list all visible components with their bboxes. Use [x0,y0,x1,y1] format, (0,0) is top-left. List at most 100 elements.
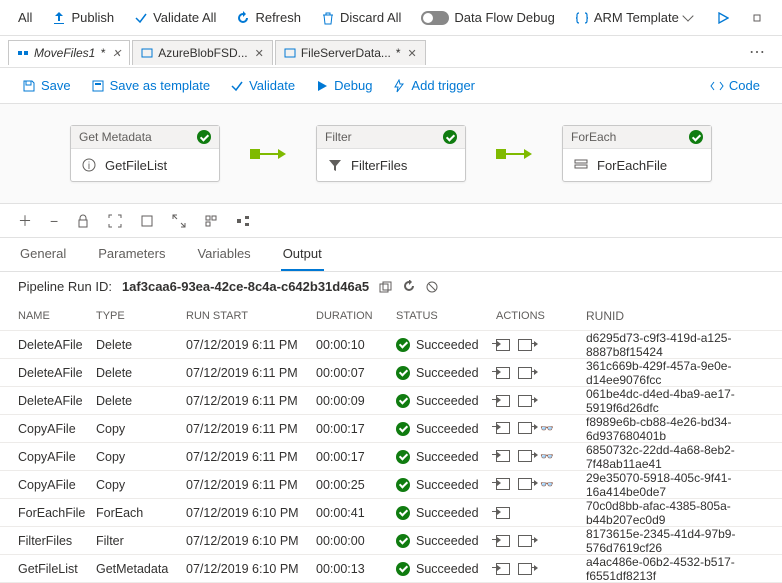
cell-start: 07/12/2019 6:11 PM [186,394,316,408]
tab-movefiles[interactable]: MoveFiles1 * ✕ [8,40,130,65]
input-action-icon[interactable] [496,450,510,462]
output-action-icon[interactable] [518,478,532,490]
node-get-metadata[interactable]: Get Metadata iGetFileList [70,125,220,182]
table-row[interactable]: DeleteAFileDelete07/12/2019 6:11 PM00:00… [0,387,782,415]
align-icon[interactable] [204,214,218,228]
input-action-icon[interactable] [496,507,510,519]
cell-status: Succeeded [396,506,496,520]
remove-icon[interactable]: − [50,213,58,229]
zoom-actual-icon[interactable] [172,214,186,228]
validate-label: Validate [249,78,295,93]
validate-all-button[interactable]: Validate All [126,6,224,29]
header-actions[interactable]: Actions [496,310,586,322]
tab-azureblob[interactable]: AzureBlobFSD... ✕ [132,40,273,65]
tab-fileserver[interactable]: FileServerData... * ✕ [275,40,426,65]
close-tab-icon[interactable]: ✕ [408,47,417,60]
close-tab-icon[interactable]: ✕ [255,47,264,60]
table-row[interactable]: CopyAFileCopy07/12/2019 6:11 PM00:00:17S… [0,443,782,471]
success-check-icon [443,130,457,144]
header-runid[interactable]: RunID [586,309,764,323]
cell-runid: 6850732c-22dd-4a68-8eb2-7f48ab11ae41 [586,443,764,471]
cancel-run-icon[interactable] [426,281,438,293]
output-action-icon[interactable] [518,563,532,575]
all-filter[interactable]: All [10,6,40,29]
toggle-icon [421,11,449,25]
table-row[interactable]: FilterFilesFilter07/12/2019 6:10 PM00:00… [0,527,782,555]
table-row[interactable]: GetFileListGetMetadata07/12/2019 6:10 PM… [0,555,782,583]
tab-overflow-menu[interactable]: ⋯ [741,38,774,66]
pin-button[interactable] [742,7,772,29]
table-row[interactable]: DeleteAFileDelete07/12/2019 6:11 PM00:00… [0,331,782,359]
copy-icon[interactable] [379,281,393,293]
tab-parameters[interactable]: Parameters [96,238,167,271]
lock-icon[interactable] [76,214,90,228]
input-action-icon[interactable] [496,535,510,547]
check-icon [230,79,244,93]
table-row[interactable]: CopyAFileCopy07/12/2019 6:11 PM00:00:25S… [0,471,782,499]
close-tab-icon[interactable]: ✕ [112,47,121,60]
table-row[interactable]: CopyAFileCopy07/12/2019 6:11 PM00:00:17S… [0,415,782,443]
run-play-button[interactable] [708,7,738,29]
cell-type: Delete [96,366,186,380]
input-action-icon[interactable] [496,478,510,490]
input-action-icon[interactable] [496,563,510,575]
success-check-icon [396,394,410,408]
header-type[interactable]: Type [96,310,186,322]
arm-template-button[interactable]: ARM Template [567,6,700,29]
input-action-icon[interactable] [496,339,510,351]
header-name[interactable]: Name [18,310,96,322]
save-as-template-button[interactable]: Save as template [83,74,218,97]
info-icon: i [81,157,97,173]
foreach-icon [573,157,589,173]
output-action-icon[interactable] [518,422,532,434]
output-action-icon[interactable] [518,367,532,379]
output-action-icon[interactable] [518,450,532,462]
refresh-button[interactable]: Refresh [228,6,309,29]
refresh-output-icon[interactable] [403,280,416,293]
cell-status: Succeeded [396,394,496,408]
details-icon[interactable]: 👓 [540,450,554,463]
node-filter[interactable]: Filter FilterFiles [316,125,466,182]
input-action-icon[interactable] [496,367,510,379]
fit-icon[interactable] [108,214,122,228]
pipeline-icon [17,47,29,59]
tab-general[interactable]: General [18,238,68,271]
properties-tabs: General Parameters Variables Output [0,238,782,272]
add-trigger-button[interactable]: Add trigger [384,74,483,97]
filter-icon [327,157,343,173]
check-icon [134,11,148,25]
validate-button[interactable]: Validate [222,74,303,97]
header-start[interactable]: Run Start [186,310,316,322]
fullscreen-icon[interactable] [140,214,154,228]
publish-button[interactable]: Publish [44,6,122,29]
output-action-icon[interactable] [518,535,532,547]
cell-name: CopyAFile [18,478,96,492]
table-row[interactable]: ForEachFileForEach07/12/2019 6:10 PM00:0… [0,499,782,527]
header-duration[interactable]: Duration [316,310,396,322]
tab-variables[interactable]: Variables [195,238,252,271]
cell-start: 07/12/2019 6:11 PM [186,338,316,352]
save-button[interactable]: Save [14,74,79,97]
pipeline-canvas[interactable]: Get Metadata iGetFileList Filter FilterF… [0,104,782,204]
input-action-icon[interactable] [496,422,510,434]
node-type: Filter [325,130,352,144]
output-action-icon[interactable] [518,339,532,351]
table-row[interactable]: DeleteAFileDelete07/12/2019 6:11 PM00:00… [0,359,782,387]
input-action-icon[interactable] [496,395,510,407]
run-id-value: 1af3caa6-93ea-42ce-8c4a-c642b31d46a5 [122,279,369,294]
output-action-icon[interactable] [518,395,532,407]
node-foreach[interactable]: ForEach ForEachFile [562,125,712,182]
details-icon[interactable]: 👓 [540,478,554,491]
cell-type: Delete [96,394,186,408]
add-icon[interactable]: ＋ [18,211,32,231]
debug-button[interactable]: Debug [307,74,380,97]
data-flow-debug-toggle[interactable]: Data Flow Debug [413,6,562,29]
code-button[interactable]: Code [702,74,768,97]
header-status[interactable]: Status [396,310,496,322]
details-icon[interactable]: 👓 [540,422,554,435]
layout-icon[interactable] [236,214,250,228]
discard-all-button[interactable]: Discard All [313,6,409,29]
tab-edited-dot: * [100,46,105,60]
tab-output[interactable]: Output [281,238,324,271]
cell-name: DeleteAFile [18,338,96,352]
